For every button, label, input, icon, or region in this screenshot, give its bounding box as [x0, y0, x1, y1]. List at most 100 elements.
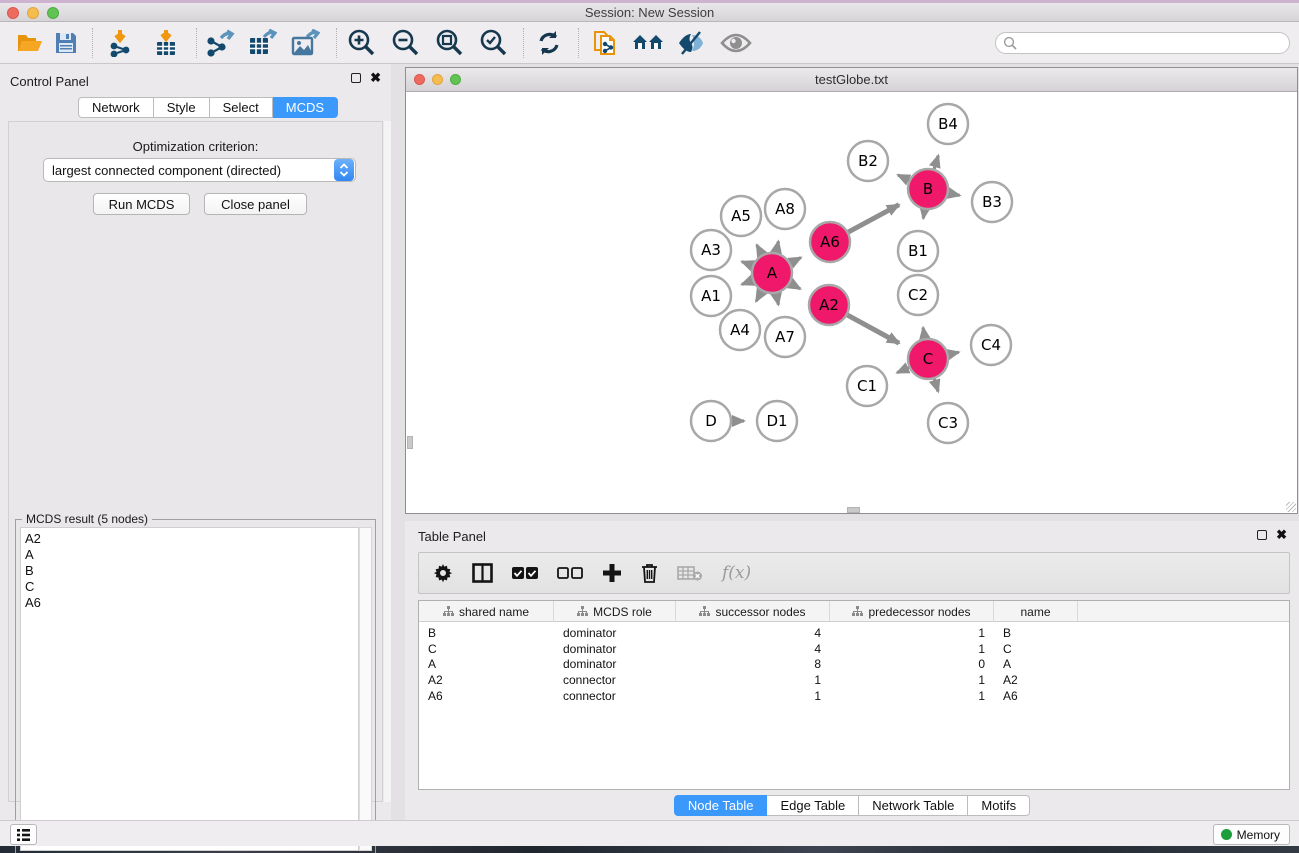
network-close-button[interactable] [414, 74, 425, 85]
delete-table-icon[interactable] [677, 565, 703, 581]
float-panel-icon[interactable] [1257, 530, 1267, 540]
network-horizontal-scrollbar[interactable] [847, 507, 860, 513]
function-builder-icon[interactable]: f(x) [722, 563, 751, 583]
edge-A-A2[interactable] [789, 283, 800, 289]
node-B1[interactable]: B1 [898, 231, 938, 271]
node-D1[interactable]: D1 [757, 401, 797, 441]
result-item[interactable]: A2 [25, 531, 358, 547]
result-item[interactable]: C [25, 579, 358, 595]
tab-style[interactable]: Style [154, 97, 210, 118]
edge-B-B1[interactable] [923, 209, 925, 219]
zoom-fit-icon[interactable] [433, 27, 465, 59]
close-window-button[interactable] [7, 7, 19, 19]
edge-B-B4[interactable] [934, 156, 938, 170]
node-C4[interactable]: C4 [971, 325, 1011, 365]
edge-B-B2[interactable] [898, 175, 910, 181]
edge-A-A7[interactable] [776, 293, 778, 305]
tab-network-table[interactable]: Network Table [859, 795, 968, 816]
save-session-icon[interactable] [50, 27, 82, 59]
node-B[interactable]: B [908, 169, 948, 209]
tab-select[interactable]: Select [210, 97, 273, 118]
first-neighbors-icon[interactable] [632, 27, 664, 59]
duplicate-network-icon[interactable] [590, 27, 622, 59]
close-panel-button[interactable]: Close panel [204, 193, 307, 215]
network-window-titlebar[interactable]: testGlobe.txt [406, 68, 1297, 92]
edge-A-A6[interactable] [790, 258, 801, 264]
edge-B-B3[interactable] [948, 193, 960, 195]
open-file-icon[interactable] [14, 27, 46, 59]
import-table-icon[interactable] [150, 27, 182, 59]
network-resize-grip[interactable] [1286, 502, 1296, 512]
zoom-selected-icon[interactable] [477, 27, 509, 59]
select-all-icon[interactable] [512, 566, 538, 580]
float-panel-icon[interactable] [351, 73, 361, 83]
run-mcds-button[interactable]: Run MCDS [93, 193, 190, 215]
network-minimize-button[interactable] [432, 74, 443, 85]
result-item[interactable]: B [25, 563, 358, 579]
column-chooser-icon[interactable] [472, 563, 493, 583]
edge-A2-C[interactable] [847, 315, 899, 344]
zoom-out-icon[interactable] [389, 27, 421, 59]
tab-motifs[interactable]: Motifs [968, 795, 1030, 816]
node-A4[interactable]: A4 [720, 310, 760, 350]
node-C1[interactable]: C1 [847, 366, 887, 406]
tab-mcds[interactable]: MCDS [273, 97, 338, 118]
edge-A-A5[interactable] [757, 245, 763, 255]
refresh-icon[interactable] [533, 27, 565, 59]
column-header-name[interactable]: name [994, 601, 1078, 622]
node-A[interactable]: A [752, 253, 792, 293]
export-network-icon[interactable] [204, 27, 236, 59]
node-B4[interactable]: B4 [928, 104, 968, 144]
close-panel-icon[interactable]: ✖ [370, 73, 381, 83]
memory-button[interactable]: Memory [1213, 824, 1290, 845]
edge-A-A4[interactable] [756, 290, 762, 301]
settings-gear-icon[interactable] [433, 563, 453, 583]
network-canvas[interactable]: B4B2BB3A8A5A6A3B1AA1C2A2A4A7C4CC1C3DD1 [406, 92, 1297, 513]
mcds-result-list[interactable]: A2ABCA6 [20, 527, 359, 851]
zoom-in-icon[interactable] [345, 27, 377, 59]
node-A6[interactable]: A6 [810, 222, 850, 262]
tab-edge-table[interactable]: Edge Table [767, 795, 859, 816]
search-input[interactable] [995, 32, 1290, 54]
network-graph[interactable]: B4B2BB3A8A5A6A3B1AA1C2A2A4A7C4CC1C3DD1 [406, 92, 1297, 513]
node-C3[interactable]: C3 [928, 403, 968, 443]
table-row-A6[interactable]: A6connector11A6 [419, 688, 1289, 704]
deselect-all-icon[interactable] [557, 566, 583, 580]
zoom-window-button[interactable] [47, 7, 59, 19]
edge-A-A8[interactable] [776, 241, 778, 253]
network-vertical-scrollbar[interactable] [407, 436, 413, 449]
optimization-criterion-select[interactable]: largest connected component (directed) [43, 158, 356, 182]
edge-C-C1[interactable] [897, 367, 910, 373]
show-details-icon[interactable] [720, 27, 752, 59]
export-image-icon[interactable] [289, 27, 321, 59]
hide-details-icon[interactable] [675, 27, 707, 59]
node-A7[interactable]: A7 [765, 317, 805, 357]
close-panel-icon[interactable]: ✖ [1276, 530, 1287, 540]
node-table[interactable]: shared nameMCDS rolesuccessor nodesprede… [418, 600, 1290, 790]
network-zoom-button[interactable] [450, 74, 461, 85]
import-network-icon[interactable] [104, 27, 136, 59]
node-A1[interactable]: A1 [691, 276, 731, 316]
edge-C-C4[interactable] [948, 352, 959, 355]
table-row-B[interactable]: Bdominator41B [419, 625, 1289, 641]
node-B2[interactable]: B2 [848, 141, 888, 181]
column-header-predecessor-nodes[interactable]: predecessor nodes [830, 601, 994, 622]
node-A8[interactable]: A8 [765, 189, 805, 229]
control-panel-scrollbar[interactable] [384, 121, 391, 802]
minimize-window-button[interactable] [27, 7, 39, 19]
node-B3[interactable]: B3 [972, 182, 1012, 222]
result-item[interactable]: A6 [25, 595, 358, 611]
add-column-icon[interactable] [602, 563, 622, 583]
column-header-shared-name[interactable]: shared name [419, 601, 554, 622]
result-item[interactable]: A [25, 547, 358, 563]
column-header-successor-nodes[interactable]: successor nodes [676, 601, 830, 622]
export-table-icon[interactable] [246, 27, 278, 59]
node-C[interactable]: C [908, 339, 948, 379]
node-A5[interactable]: A5 [721, 196, 761, 236]
delete-column-icon[interactable] [641, 563, 658, 583]
edge-A6-B[interactable] [848, 205, 899, 233]
edge-C-C3[interactable] [934, 378, 938, 391]
result-list-scrollbar[interactable] [359, 527, 372, 851]
tab-node-table[interactable]: Node Table [674, 795, 768, 816]
edge-A-A3[interactable] [742, 262, 753, 266]
